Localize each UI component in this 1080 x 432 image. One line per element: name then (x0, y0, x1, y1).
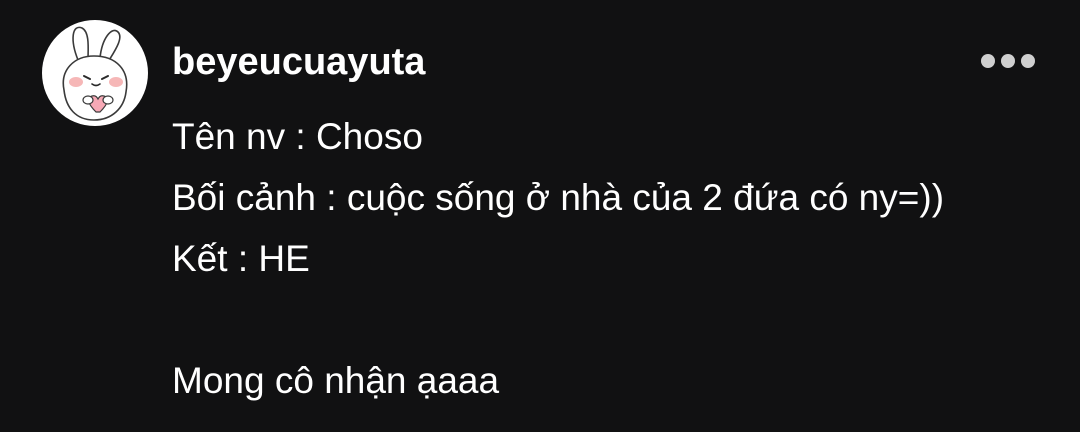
more-options-button[interactable] (972, 46, 1044, 76)
more-horizontal-icon (981, 54, 995, 68)
username[interactable]: beyeucuayuta (172, 36, 425, 88)
post: beyeucuayuta Tên nv : Choso Bối cảnh : c… (0, 0, 1080, 432)
post-line-ending: Kết : HE (172, 238, 310, 279)
post-line-blank (172, 289, 1062, 350)
post-body: Tên nv : Choso Bối cảnh : cuộc sống ở nh… (172, 106, 1062, 411)
more-horizontal-icon-dot-3 (1021, 54, 1035, 68)
post-line-character: Tên nv : Choso (172, 116, 423, 157)
bunny-avatar-icon (62, 26, 128, 121)
post-line-setting: Bối cảnh : cuộc sống ở nhà của 2 đứa có … (172, 177, 945, 218)
post-line-request: Mong cô nhận ạaaa (172, 360, 500, 401)
more-horizontal-icon-dot-2 (1001, 54, 1015, 68)
avatar[interactable] (42, 20, 148, 126)
